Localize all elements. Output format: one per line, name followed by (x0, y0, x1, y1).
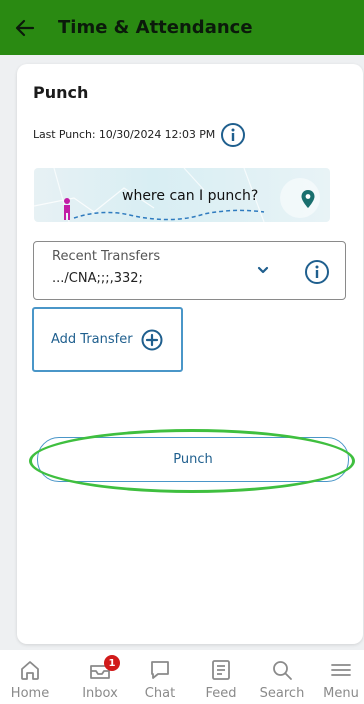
page-title: Time & Attendance (58, 17, 253, 38)
nav-inbox-label: Inbox (82, 686, 118, 701)
nav-search-label: Search (259, 686, 305, 701)
nav-menu[interactable]: Menu (311, 650, 364, 704)
chat-icon (151, 661, 169, 679)
bottom-nav: Home 1 Inbox Chat Feed Search Menu (0, 650, 364, 704)
banner-text: where can I punch? (122, 188, 259, 204)
nav-home[interactable]: Home (0, 650, 60, 704)
last-punch-text: Last Punch: 10/30/2024 12:03 PM (33, 128, 216, 141)
punch-button[interactable]: Punch (37, 437, 349, 482)
menu-icon (331, 664, 351, 676)
inbox-badge: 1 (104, 655, 120, 671)
search-icon (273, 661, 292, 680)
recent-transfers-label: Recent Transfers (52, 249, 161, 264)
punch-card: Punch Last Punch: 10/30/2024 12:03 PM wh… (17, 64, 363, 644)
app-bar: Time & Attendance (0, 0, 364, 55)
nav-chat-label: Chat (144, 686, 176, 701)
info-icon[interactable] (220, 122, 246, 148)
info-icon[interactable] (304, 259, 330, 285)
nav-search[interactable]: Search (252, 650, 312, 704)
nav-inbox[interactable]: 1 Inbox (70, 650, 130, 704)
person-icon (64, 198, 70, 220)
add-transfer-button[interactable]: Add Transfer (32, 307, 183, 372)
nav-home-label: Home (10, 686, 50, 701)
nav-feed-label: Feed (205, 686, 237, 701)
nav-feed[interactable]: Feed (191, 650, 251, 704)
chevron-down-icon[interactable] (256, 262, 270, 276)
add-transfer-label: Add Transfer (51, 332, 133, 347)
plus-circle-icon (141, 329, 163, 351)
feed-icon (212, 660, 230, 680)
nav-chat[interactable]: Chat (130, 650, 190, 704)
nav-menu-label: Menu (323, 686, 359, 701)
where-can-i-punch-banner[interactable]: where can I punch? (34, 168, 330, 222)
location-pin-icon (294, 185, 322, 213)
home-icon (21, 661, 39, 680)
arrow-left-icon[interactable] (14, 17, 36, 39)
recent-transfers-value: .../CNA;;;,332; (52, 271, 143, 286)
recent-transfers-select[interactable]: Recent Transfers .../CNA;;;,332; (33, 241, 346, 300)
card-title: Punch (33, 83, 89, 102)
punch-button-label: Punch (173, 452, 213, 467)
